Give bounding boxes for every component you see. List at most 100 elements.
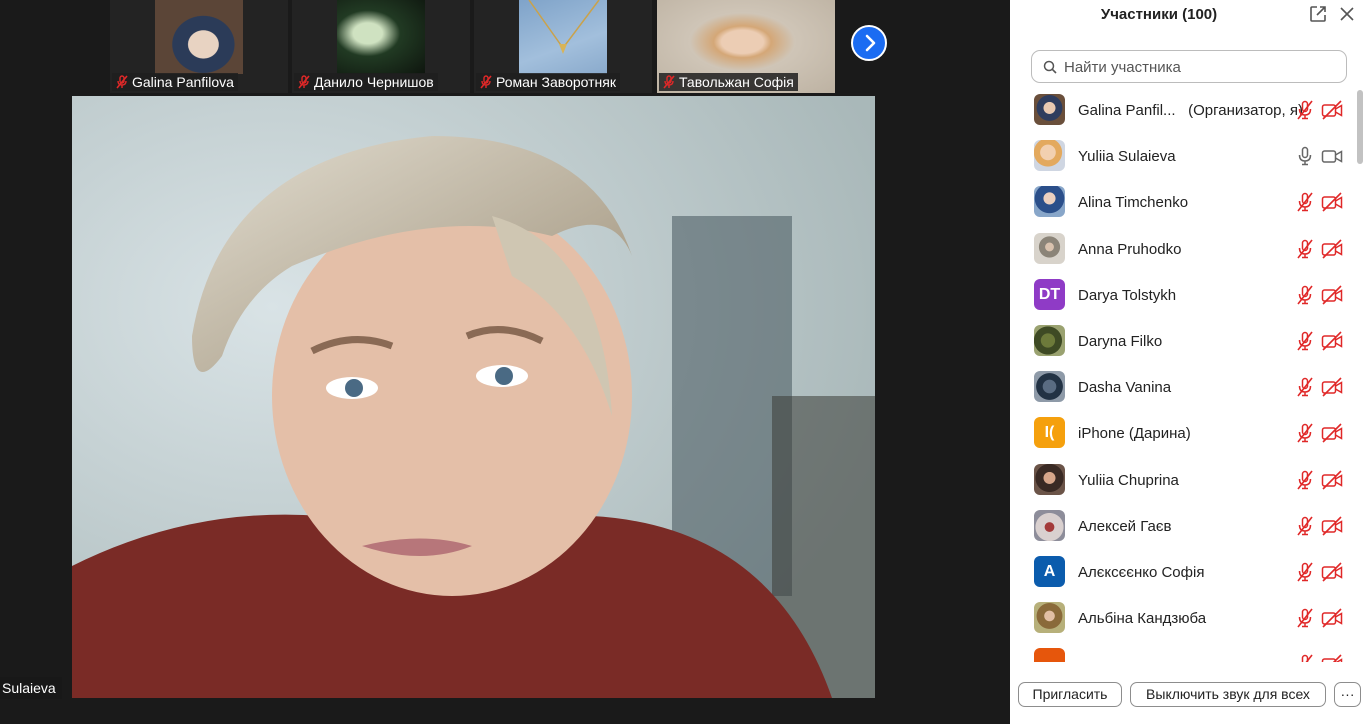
- search-input[interactable]: [1062, 54, 1346, 81]
- next-page-button[interactable]: [851, 25, 887, 61]
- participant-row[interactable]: Daryna Filko: [1010, 319, 1356, 365]
- participant-name: Daryna Filko: [1078, 333, 1162, 350]
- participant-row[interactable]: Anna Pruhodko: [1010, 227, 1356, 273]
- thumbnail-name-tag: Данило Чернишов: [294, 73, 438, 91]
- camera-off-icon[interactable]: [1321, 100, 1343, 125]
- participant-row[interactable]: DT Darya Tolstykh: [1010, 273, 1356, 319]
- mic-muted-icon[interactable]: [1296, 608, 1314, 633]
- avatar: [1034, 648, 1065, 662]
- mic-muted-icon: [663, 75, 675, 89]
- participant-display-name: Yuliia Sulaieva: [1078, 148, 1176, 166]
- avatar: [1034, 325, 1065, 356]
- invite-button[interactable]: Пригласить: [1018, 682, 1122, 707]
- camera-off-icon[interactable]: [1321, 239, 1343, 264]
- participant-name: Anna Pruhodko: [1078, 241, 1181, 258]
- participant-role: (Организатор, я): [1188, 102, 1303, 119]
- popout-icon[interactable]: [1309, 5, 1327, 23]
- participant-name: Galina Panfil... (Организатор, я): [1078, 102, 1303, 119]
- avatar: I(: [1034, 417, 1065, 449]
- participant-list: Galina Panfil... (Организатор, я) Yuliia …: [1010, 88, 1356, 662]
- avatar: [1034, 232, 1065, 264]
- camera-off-icon[interactable]: [1321, 423, 1343, 448]
- mic-muted-icon[interactable]: [1296, 285, 1314, 310]
- thumbnail-name-tag: Роман Заворотняк: [476, 73, 620, 91]
- camera-off-icon[interactable]: [1321, 470, 1343, 495]
- camera-off-icon[interactable]: [1321, 562, 1343, 587]
- video-thumbnail[interactable]: Данило Чернишов: [292, 0, 470, 93]
- active-speaker-video[interactable]: [72, 96, 875, 698]
- participant-display-name: Алєксєєнко Софія: [1078, 564, 1205, 581]
- avatar: [1034, 140, 1065, 172]
- avatar: [1034, 463, 1065, 495]
- mic-muted-icon[interactable]: [1296, 239, 1314, 264]
- camera-off-icon[interactable]: [1321, 608, 1343, 633]
- camera-off-icon[interactable]: [1321, 331, 1343, 356]
- participant-row[interactable]: [1010, 642, 1356, 662]
- speaker-name-tag: Sulaieva: [0, 677, 62, 699]
- mic-muted-icon[interactable]: [1296, 516, 1314, 541]
- participant-name: Dasha Vanina: [1078, 379, 1171, 396]
- camera-icon[interactable]: [1321, 146, 1343, 171]
- participant-name: Yuliia Sulaieva: [1078, 148, 1176, 165]
- avatar: DT: [1034, 278, 1065, 310]
- mic-muted-icon: [298, 75, 310, 89]
- thumbnail-name: Тавольжан Софія: [679, 74, 794, 90]
- participant-display-name: Anna Pruhodko: [1078, 240, 1182, 258]
- participant-video: [337, 0, 425, 74]
- mic-muted-icon[interactable]: [1296, 100, 1314, 125]
- mic-icon[interactable]: [1296, 146, 1314, 171]
- mic-muted-icon[interactable]: [1296, 331, 1314, 356]
- camera-off-icon[interactable]: [1321, 516, 1343, 541]
- participant-row[interactable]: Dasha Vanina: [1010, 365, 1356, 411]
- mic-muted-icon: [116, 75, 128, 89]
- camera-off-icon[interactable]: [1321, 285, 1343, 310]
- video-thumbnail[interactable]: Роман Заворотняк: [474, 0, 652, 93]
- participant-name: Yuliia Chuprina: [1078, 472, 1179, 489]
- participant-display-name: Daryna Filko: [1078, 333, 1163, 350]
- camera-off-icon[interactable]: [1321, 377, 1343, 402]
- mic-muted-icon[interactable]: [1296, 562, 1314, 587]
- participant-display-name: Galina Panfil...: [1078, 102, 1176, 119]
- mic-muted-icon[interactable]: [1296, 654, 1314, 662]
- chevron-right-icon: [865, 34, 876, 52]
- thumbnail-name: Роман Заворотняк: [496, 74, 616, 90]
- participant-name: Alina Timchenko: [1078, 194, 1188, 211]
- video-thumbnail[interactable]: Тавольжан Софія: [657, 0, 835, 93]
- video-thumbnail[interactable]: Galina Panfilova: [110, 0, 288, 93]
- participant-row[interactable]: Yuliia Sulaieva: [1010, 134, 1356, 180]
- avatar: [1034, 509, 1065, 541]
- participant-row[interactable]: Yuliia Chuprina: [1010, 458, 1356, 504]
- thumbnail-name-tag: Galina Panfilova: [112, 73, 238, 91]
- participant-row[interactable]: I( iPhone (Дарина): [1010, 411, 1356, 457]
- mic-muted-icon[interactable]: [1296, 192, 1314, 217]
- participant-video: [519, 0, 607, 74]
- camera-off-icon[interactable]: [1321, 192, 1343, 217]
- participant-row[interactable]: Alina Timchenko: [1010, 180, 1356, 226]
- camera-off-icon[interactable]: [1321, 654, 1343, 662]
- panel-title: Участники (100): [1100, 6, 1218, 23]
- participant-display-name: Dasha Vanina: [1078, 379, 1172, 397]
- avatar: [1034, 371, 1065, 403]
- participant-name: Алєксєєнко Софія: [1078, 564, 1204, 581]
- participant-name: iPhone (Дарина): [1078, 425, 1191, 442]
- mic-muted-icon[interactable]: [1296, 423, 1314, 448]
- participant-row[interactable]: Алексей Гаєв: [1010, 504, 1356, 550]
- thumbnail-name-tag: Тавольжан Софія: [659, 73, 798, 91]
- participant-display-name: Darya Tolstykh: [1078, 286, 1177, 304]
- scrollbar-thumb[interactable]: [1357, 90, 1363, 164]
- avatar: A: [1034, 556, 1065, 587]
- mute-all-button[interactable]: Выключить звук для всех: [1130, 682, 1326, 707]
- participant-video: [155, 0, 243, 74]
- participant-display-name: iPhone (Дарина): [1078, 425, 1191, 443]
- mic-muted-icon[interactable]: [1296, 470, 1314, 495]
- participant-row[interactable]: Альбіна Кандзюба: [1010, 596, 1356, 642]
- necklace-image: [528, 0, 600, 54]
- close-icon[interactable]: [1339, 6, 1355, 22]
- participants-panel: Участники (100) Galina Panfil... (Органи…: [1010, 0, 1366, 724]
- more-options-button[interactable]: ···: [1334, 682, 1361, 707]
- participant-row[interactable]: A Алєксєєнко Софія: [1010, 550, 1356, 596]
- participant-display-name: Альбіна Кандзюба: [1078, 610, 1207, 628]
- search-box[interactable]: [1031, 50, 1347, 83]
- mic-muted-icon[interactable]: [1296, 377, 1314, 402]
- participant-row[interactable]: Galina Panfil... (Организатор, я): [1010, 88, 1356, 134]
